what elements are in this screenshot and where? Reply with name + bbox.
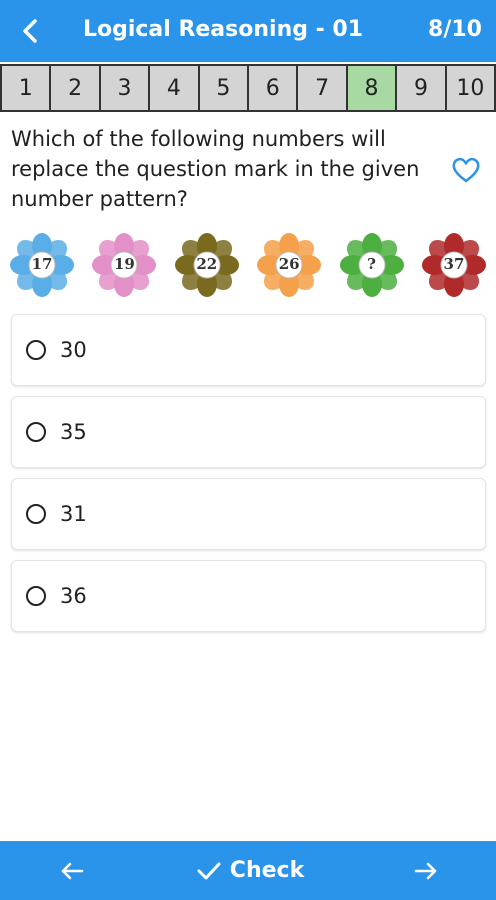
question-number-5[interactable]: 5	[197, 64, 250, 112]
next-button[interactable]	[410, 855, 442, 887]
question-number-8[interactable]: 8	[345, 64, 398, 112]
pattern-flower: ?	[338, 232, 406, 298]
top-app-bar: Logical Reasoning - 01 8/10	[0, 0, 496, 62]
option-label: 36	[60, 584, 87, 608]
question-number-3[interactable]: 3	[98, 64, 151, 112]
pattern-flower: 19	[90, 232, 158, 298]
answer-option[interactable]: 36	[11, 560, 486, 632]
radio-button[interactable]	[26, 586, 46, 606]
pattern-flower: 37	[420, 232, 488, 298]
check-label: Check	[229, 858, 305, 883]
chevron-left-icon	[23, 19, 37, 43]
pattern-flower: 22	[173, 232, 241, 298]
heart-outline-icon	[452, 157, 480, 183]
question-navigator: 1 2 3 4 5 6 7 8 9 10	[0, 64, 496, 112]
radio-button[interactable]	[26, 504, 46, 524]
back-button[interactable]	[14, 14, 48, 48]
question-number-1[interactable]: 1	[0, 64, 52, 112]
question-counter: 8/10	[428, 17, 482, 42]
radio-button[interactable]	[26, 340, 46, 360]
answer-options: 30 35 31 36	[11, 314, 486, 642]
answer-option[interactable]: 31	[11, 478, 486, 550]
answer-option[interactable]: 35	[11, 396, 486, 468]
question-number-9[interactable]: 9	[395, 64, 447, 112]
flower-number: 26	[278, 255, 300, 273]
flower-number: 17	[31, 255, 53, 273]
option-label: 30	[60, 338, 87, 362]
pattern-flower: 17	[8, 232, 76, 298]
arrow-left-icon	[61, 862, 84, 880]
flower-number: ?	[367, 255, 376, 273]
checkmark-icon	[197, 862, 221, 879]
flower-number: 37	[443, 255, 465, 273]
question-number-10[interactable]: 10	[444, 64, 496, 112]
flower-number: 22	[196, 255, 218, 273]
answer-option[interactable]: 30	[11, 314, 486, 386]
check-button[interactable]: Check	[190, 841, 310, 900]
flower-number: 19	[113, 255, 135, 273]
option-label: 31	[60, 502, 87, 526]
previous-button[interactable]	[56, 855, 88, 887]
arrow-right-icon	[414, 862, 437, 880]
question-number-4[interactable]: 4	[148, 64, 200, 112]
quiz-title: Logical Reasoning - 01	[82, 17, 364, 42]
question-number-6[interactable]: 6	[247, 64, 299, 112]
radio-button[interactable]	[26, 422, 46, 442]
number-pattern: 17 19 22 26? 37	[8, 232, 488, 298]
question-text: Which of the following numbers will repl…	[11, 127, 420, 211]
question-number-2[interactable]: 2	[49, 64, 101, 112]
bottom-action-bar: Check	[0, 841, 496, 900]
question-number-7[interactable]: 7	[296, 64, 348, 112]
option-label: 35	[60, 420, 87, 444]
favorite-button[interactable]	[451, 156, 481, 184]
pattern-flower: 26	[255, 232, 323, 298]
